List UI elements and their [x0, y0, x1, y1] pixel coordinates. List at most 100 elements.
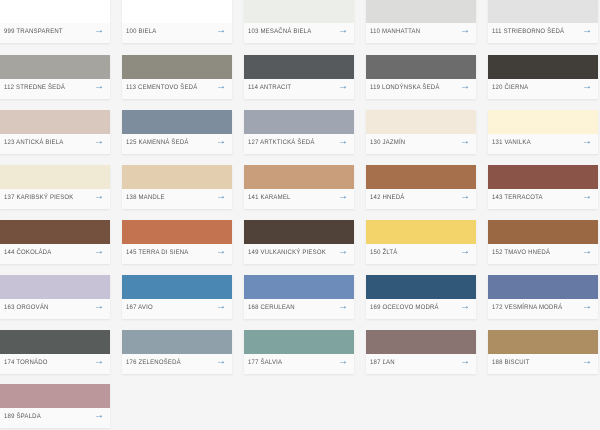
swatch-card[interactable]: 125 KAMENNÁ ŠEDÁ →: [122, 110, 232, 154]
swatch-card[interactable]: 143 TERRACOTA →: [488, 165, 598, 209]
swatch-card[interactable]: 177 ŠALVIA →: [244, 330, 354, 374]
swatch-color: [0, 55, 110, 79]
swatch-card[interactable]: 999 TRANSPARENT →: [0, 0, 110, 43]
swatch-color: [366, 165, 476, 189]
arrow-right-icon[interactable]: →: [338, 137, 348, 147]
swatch-card[interactable]: 113 CEMENTOVO ŠEDÁ →: [122, 55, 232, 99]
swatch-card[interactable]: 138 MANDLE →: [122, 165, 232, 209]
swatch-card[interactable]: 123 ANTICKÁ BIELA →: [0, 110, 110, 154]
arrow-right-icon[interactable]: →: [94, 357, 104, 367]
arrow-right-icon[interactable]: →: [582, 357, 592, 367]
arrow-right-icon[interactable]: →: [460, 357, 470, 367]
swatch-label: 144 ČOKOLÁDA: [4, 250, 52, 256]
arrow-right-icon[interactable]: →: [216, 357, 226, 367]
arrow-right-icon[interactable]: →: [338, 82, 348, 92]
swatch-card[interactable]: 168 CERULEAN →: [244, 275, 354, 319]
arrow-right-icon[interactable]: →: [460, 82, 470, 92]
swatch-color: [244, 165, 354, 189]
arrow-right-icon[interactable]: →: [338, 302, 348, 312]
swatch-card[interactable]: 100 BIELA →: [122, 0, 232, 43]
swatch-label: 110 MANHATTAN: [370, 29, 421, 35]
swatch-color: [488, 0, 598, 23]
swatch-label: 127 ARTKTICKÁ ŠEDÁ: [248, 140, 315, 146]
swatch-color: [488, 55, 598, 79]
arrow-right-icon[interactable]: →: [582, 302, 592, 312]
swatch-label: 130 JAZMÍN: [370, 140, 406, 146]
arrow-right-icon[interactable]: →: [582, 26, 592, 36]
swatch-label: 125 KAMENNÁ ŠEDÁ: [126, 140, 189, 146]
swatch-card[interactable]: 145 TERRA DI SIENA →: [122, 220, 232, 264]
swatch-card[interactable]: 131 VANILKA →: [488, 110, 598, 154]
swatch-label: 149 VULKANICKÝ PIESOK: [248, 250, 326, 256]
swatch-card[interactable]: 144 ČOKOLÁDA →: [0, 220, 110, 264]
swatch-label: 189 ŠPALDA: [4, 414, 41, 420]
arrow-right-icon[interactable]: →: [338, 247, 348, 257]
swatch-card[interactable]: 142 HNEDÁ →: [366, 165, 476, 209]
swatch-card[interactable]: 120 ČIERNA →: [488, 55, 598, 99]
arrow-right-icon[interactable]: →: [338, 26, 348, 36]
swatch-color: [366, 110, 476, 134]
swatch-card[interactable]: 174 TORNÁDO →: [0, 330, 110, 374]
swatch-card[interactable]: 103 MESAČNÁ BIELA →: [244, 0, 354, 43]
swatch-label: 111 STRIEBORNO ŠEDÁ: [492, 29, 565, 35]
swatch-card[interactable]: 176 ZELENOŠEDÁ →: [122, 330, 232, 374]
swatch-color: [122, 220, 232, 244]
swatch-card[interactable]: 137 KARIBSKÝ PIESOK →: [0, 165, 110, 209]
arrow-right-icon[interactable]: →: [94, 302, 104, 312]
swatch-color: [122, 330, 232, 354]
swatch-label: 114 ANTRACIT: [248, 85, 292, 91]
arrow-right-icon[interactable]: →: [216, 302, 226, 312]
arrow-right-icon[interactable]: →: [216, 26, 226, 36]
swatch-card[interactable]: 169 OCEĽOVO MODRÁ →: [366, 275, 476, 319]
swatch-card[interactable]: 163 ORGOVÁN →: [0, 275, 110, 319]
arrow-right-icon[interactable]: →: [582, 82, 592, 92]
swatch-card[interactable]: 127 ARTKTICKÁ ŠEDÁ →: [244, 110, 354, 154]
arrow-right-icon[interactable]: →: [460, 247, 470, 257]
arrow-right-icon[interactable]: →: [460, 26, 470, 36]
arrow-right-icon[interactable]: →: [582, 192, 592, 202]
arrow-right-icon[interactable]: →: [94, 137, 104, 147]
swatch-label: 176 ZELENOŠEDÁ: [126, 360, 181, 366]
swatch-card[interactable]: 150 ŽLTÁ →: [366, 220, 476, 264]
swatch-card[interactable]: 189 ŠPALDA →: [0, 384, 110, 428]
arrow-right-icon[interactable]: →: [216, 82, 226, 92]
arrow-right-icon[interactable]: →: [94, 192, 104, 202]
arrow-right-icon[interactable]: →: [338, 192, 348, 202]
arrow-right-icon[interactable]: →: [94, 82, 104, 92]
arrow-right-icon[interactable]: →: [460, 192, 470, 202]
swatch-color: [244, 55, 354, 79]
swatch-label: 177 ŠALVIA: [248, 360, 283, 366]
swatch-card[interactable]: 172 VESMÍRNA MODRÁ →: [488, 275, 598, 319]
swatch-color: [488, 165, 598, 189]
swatch-card[interactable]: 130 JAZMÍN →: [366, 110, 476, 154]
swatch-card[interactable]: 167 AVIO →: [122, 275, 232, 319]
swatch-label: 145 TERRA DI SIENA: [126, 250, 189, 256]
arrow-right-icon[interactable]: →: [582, 247, 592, 257]
arrow-right-icon[interactable]: →: [460, 302, 470, 312]
swatch-color: [122, 275, 232, 299]
swatch-card[interactable]: 188 BISCUIT →: [488, 330, 598, 374]
swatch-card[interactable]: 112 STREDNE ŠEDÁ →: [0, 55, 110, 99]
swatch-card[interactable]: 114 ANTRACIT →: [244, 55, 354, 99]
swatch-card[interactable]: 152 TMAVO HNEDÁ →: [488, 220, 598, 264]
arrow-right-icon[interactable]: →: [216, 247, 226, 257]
arrow-right-icon[interactable]: →: [216, 137, 226, 147]
swatch-card[interactable]: 141 KARAMEL →: [244, 165, 354, 209]
swatch-card[interactable]: 149 VULKANICKÝ PIESOK →: [244, 220, 354, 264]
swatch-label: 167 AVIO: [126, 305, 153, 311]
swatch-card[interactable]: 119 LONDÝNSKA ŠEDÁ →: [366, 55, 476, 99]
arrow-right-icon[interactable]: →: [582, 137, 592, 147]
arrow-right-icon[interactable]: →: [94, 26, 104, 36]
swatch-card[interactable]: 110 MANHATTAN →: [366, 0, 476, 43]
swatch-card[interactable]: 187 ĽAN →: [366, 330, 476, 374]
arrow-right-icon[interactable]: →: [94, 247, 104, 257]
arrow-right-icon[interactable]: →: [338, 357, 348, 367]
swatch-card[interactable]: 111 STRIEBORNO ŠEDÁ →: [488, 0, 598, 43]
swatch-label: 152 TMAVO HNEDÁ: [492, 250, 551, 256]
arrow-right-icon[interactable]: →: [94, 411, 104, 421]
arrow-right-icon[interactable]: →: [460, 137, 470, 147]
arrow-right-icon[interactable]: →: [216, 192, 226, 202]
swatch-color: [366, 275, 476, 299]
swatch-color: [244, 0, 354, 23]
swatch-label: 119 LONDÝNSKA ŠEDÁ: [370, 85, 440, 91]
